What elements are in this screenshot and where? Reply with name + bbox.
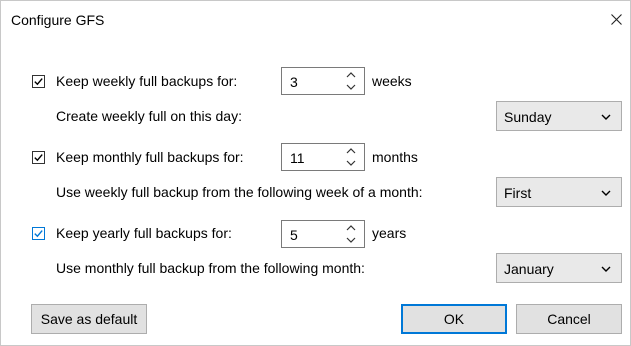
dialog-title: Configure GFS [11, 12, 105, 28]
chevron-up-icon[interactable] [345, 146, 357, 156]
weekly-day-label: Create weekly full on this day: [56, 108, 242, 124]
weekly-day-value: Sunday [504, 109, 552, 125]
yearly-month-value: January [504, 261, 554, 277]
chevron-down-icon[interactable] [345, 235, 357, 245]
yearly-month-label: Use monthly full backup from the followi… [56, 260, 365, 276]
chevron-down-icon [601, 114, 611, 120]
monthly-keep-label: Keep monthly full backups for: [56, 149, 244, 165]
weekly-checkbox[interactable] [32, 75, 45, 88]
chevron-down-icon [601, 190, 611, 196]
spinner-arrows [344, 70, 358, 94]
monthly-week-select[interactable]: First [496, 177, 622, 207]
monthly-unit-label: months [372, 149, 418, 165]
configure-gfs-dialog: Configure GFS Keep weekly full backups f… [0, 0, 631, 346]
checkmark-icon [34, 230, 43, 238]
ok-button[interactable]: OK [401, 304, 507, 334]
weekly-keep-value[interactable]: 3 [290, 74, 298, 90]
chevron-down-icon[interactable] [345, 82, 357, 92]
weekly-day-select[interactable]: Sunday [496, 101, 622, 131]
weekly-keep-stepper[interactable]: 3 [281, 67, 365, 95]
monthly-checkbox[interactable] [32, 151, 45, 164]
monthly-week-label: Use weekly full backup from the followin… [56, 184, 423, 200]
yearly-unit-label: years [372, 225, 407, 241]
weekly-keep-label: Keep weekly full backups for: [56, 73, 238, 89]
checkmark-icon [34, 154, 43, 162]
chevron-up-icon[interactable] [345, 70, 357, 80]
close-button[interactable] [602, 5, 630, 33]
chevron-up-icon[interactable] [345, 223, 357, 233]
yearly-checkbox[interactable] [32, 227, 45, 240]
checkmark-icon [34, 78, 43, 86]
monthly-keep-value[interactable]: 11 [290, 150, 305, 166]
yearly-keep-value[interactable]: 5 [290, 227, 298, 243]
monthly-keep-stepper[interactable]: 11 [281, 143, 365, 171]
cancel-button[interactable]: Cancel [516, 304, 622, 334]
save-as-default-button[interactable]: Save as default [31, 304, 147, 334]
spinner-arrows [344, 146, 358, 170]
yearly-keep-stepper[interactable]: 5 [281, 220, 365, 248]
close-icon [611, 14, 622, 25]
chevron-down-icon[interactable] [345, 158, 357, 168]
spinner-arrows [344, 223, 358, 247]
yearly-month-select[interactable]: January [496, 253, 622, 283]
chevron-down-icon [601, 266, 611, 272]
weekly-unit-label: weeks [372, 73, 412, 89]
title-bar: Configure GFS [1, 1, 630, 41]
monthly-week-value: First [504, 185, 532, 201]
yearly-keep-label: Keep yearly full backups for: [56, 225, 232, 241]
